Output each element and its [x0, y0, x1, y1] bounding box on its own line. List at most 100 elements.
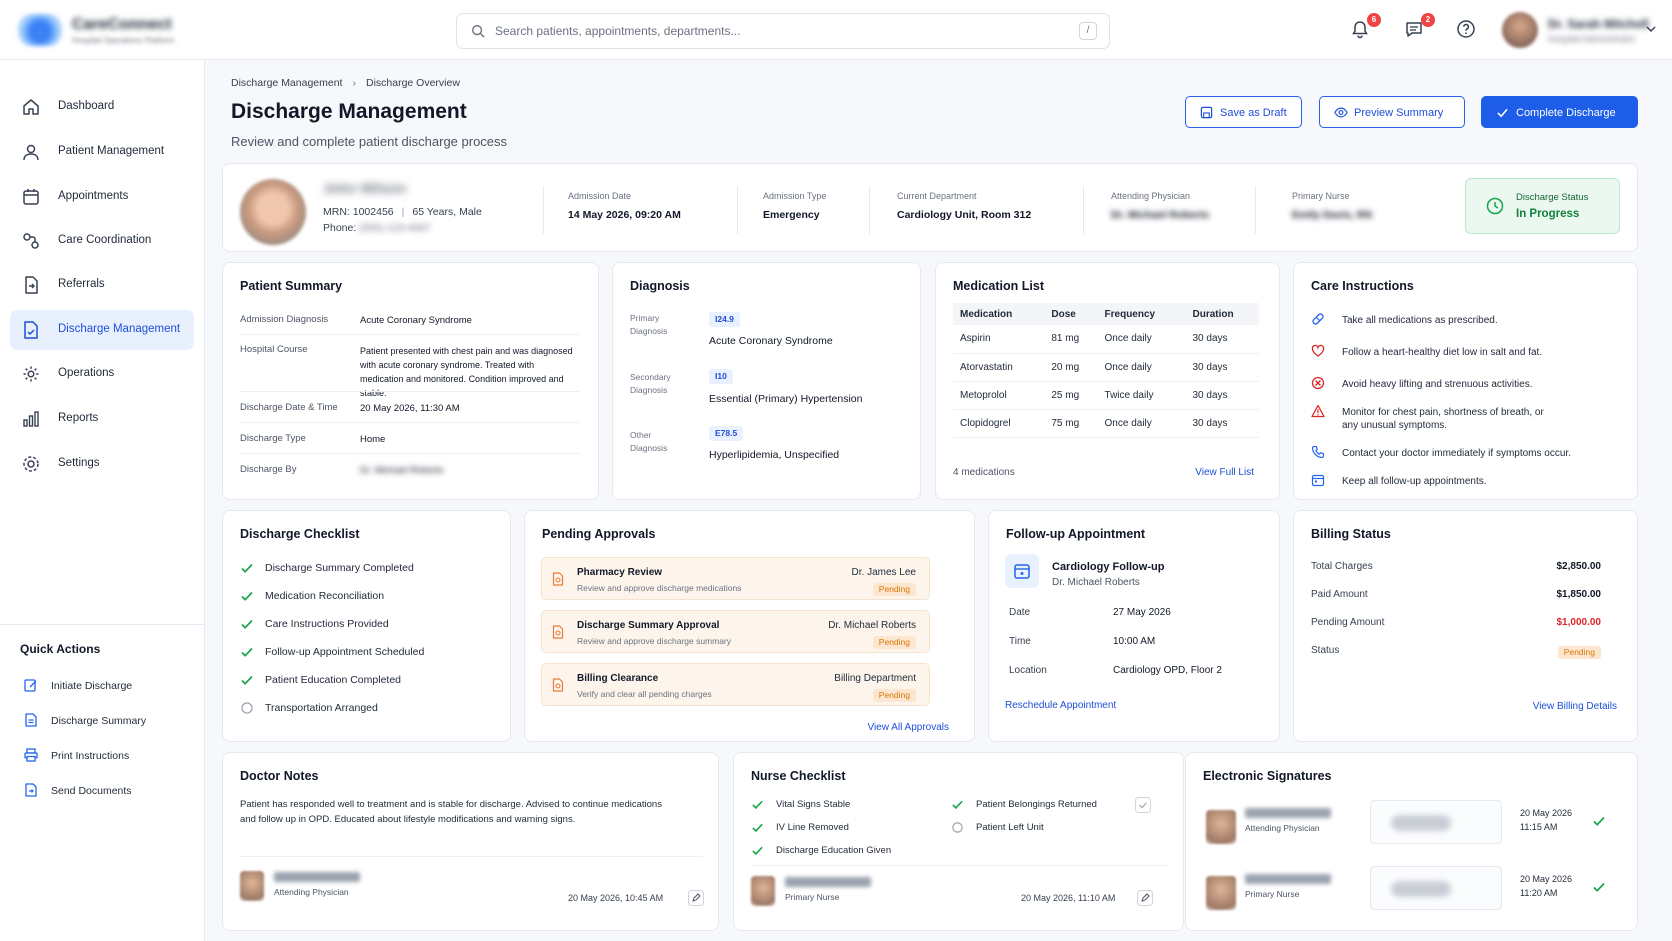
sidebar-item-label: Settings [58, 457, 100, 469]
author-role: Attending Physician [274, 887, 349, 897]
reschedule-appointment-link[interactable]: Reschedule Appointment [1005, 700, 1116, 711]
table-cell: Clopidogrel [953, 409, 1045, 438]
sidebar-item-label: Dashboard [58, 100, 115, 112]
user-menu[interactable]: Dr. Sarah Mitchell Hospital Administrato… [1502, 12, 1662, 50]
notifications-button[interactable]: 6 [1350, 13, 1381, 43]
check-icon [241, 647, 253, 657]
care-instructions-card: Care Instructions Take all medications a… [1293, 262, 1638, 500]
edit-pencil-icon[interactable] [1137, 890, 1153, 906]
signature-datetime: 20 May 2026 11:20 AM [1520, 872, 1580, 900]
eye-icon [1334, 107, 1348, 118]
signature-box[interactable] [1370, 866, 1502, 910]
patient-info-bar: John Wilson MRN: 1002456 | 65 Years, Male … [222, 163, 1638, 252]
summary-value: 20 May 2026, 11:30 AM [360, 403, 460, 414]
sidebar-item-care-coordination[interactable]: Care Coordination [10, 221, 194, 261]
check-icon [1497, 108, 1508, 118]
search-shortcut-key: / [1079, 22, 1097, 40]
doctor-notes-card: Doctor Notes Patient has responded well … [222, 752, 719, 931]
signer-role: Primary Nurse [1245, 889, 1300, 899]
approval-item[interactable]: Pharmacy Review Review and approve disch… [541, 557, 930, 600]
breadcrumb-link[interactable]: Discharge Management [231, 77, 342, 89]
calendar-icon [1014, 564, 1030, 579]
medication-table: Medication Dose Frequency Duration Aspir… [953, 303, 1259, 438]
card-title: Diagnosis [630, 279, 690, 293]
sidebar-item-patient-management[interactable]: Patient Management [10, 132, 194, 172]
edit-pencil-icon[interactable] [688, 890, 704, 906]
view-billing-details-link[interactable]: View Billing Details [1533, 701, 1617, 712]
top-bar: CareConnect Hospital Operations Platform… [0, 0, 1672, 60]
attending-physician-field: Attending Physician Dr. Michael Roberts [1111, 191, 1209, 221]
quick-action-discharge-summary[interactable]: Discharge Summary [20, 709, 190, 733]
sidebar-item-operations[interactable]: Operations [10, 354, 194, 394]
pending-approvals-card: Pending Approvals Pharmacy Review Review… [524, 510, 975, 742]
quick-action-initiate-discharge[interactable]: Initiate Discharge [20, 674, 190, 698]
sidebar-item-referrals[interactable]: Referrals [10, 265, 194, 305]
app-logo[interactable]: CareConnect Hospital Operations Platform [18, 12, 208, 48]
clipboard-check-icon[interactable] [1135, 797, 1151, 813]
sidebar-item-dashboard[interactable]: Dashboard [10, 87, 194, 127]
approval-item[interactable]: Discharge Summary Approval Review and ap… [541, 610, 930, 653]
card-title: Follow-up Appointment [1006, 527, 1146, 541]
empty-circle-icon [952, 822, 963, 833]
care-instruction-text: Follow a heart-healthy diet low in salt … [1342, 347, 1543, 358]
doctor-notes-text: Patient has responded well to treatment … [240, 799, 662, 825]
sidebar-item-settings[interactable]: Settings [10, 444, 194, 484]
card-title: Care Instructions [1311, 279, 1414, 293]
messages-button[interactable]: 2 [1404, 13, 1435, 43]
complete-discharge-button[interactable]: Complete Discharge [1481, 96, 1638, 128]
column-header: Medication [953, 303, 1045, 325]
quick-action-print-instructions[interactable]: Print Instructions [20, 744, 190, 768]
signature-image [1391, 815, 1451, 831]
card-title: Doctor Notes [240, 769, 319, 783]
approval-description: Review and approve discharge summary [577, 636, 732, 646]
sidebar-item-discharge-management[interactable]: Discharge Management [10, 310, 194, 350]
quick-action-label: Initiate Discharge [51, 680, 133, 692]
save-draft-button[interactable]: Save as Draft [1185, 96, 1302, 128]
summary-value: Dr. Michael Roberts [360, 465, 444, 476]
heart-icon [1311, 344, 1325, 357]
patient-photo [240, 179, 306, 245]
avatar [751, 876, 775, 906]
view-full-list-link[interactable]: View Full List [1195, 467, 1254, 478]
care-instruction-text: Avoid heavy lifting and strenuous activi… [1342, 379, 1533, 390]
checklist-item-text: Medication Reconciliation [265, 590, 385, 602]
admission-date-value: 14 May 2026, 09:20 AM [568, 209, 681, 221]
quick-action-send-documents[interactable]: Send Documents [20, 779, 190, 803]
preview-summary-button[interactable]: Preview Summary [1319, 96, 1465, 128]
table-cell: 30 days [1185, 409, 1259, 438]
author-role: Primary Nurse [785, 892, 840, 902]
sidebar-item-label: Appointments [58, 190, 129, 202]
search-input[interactable] [495, 20, 1055, 42]
approval-item[interactable]: Billing Clearance Verify and clear all p… [541, 663, 930, 706]
logo-icon [18, 14, 62, 46]
signature-time: 11:20 AM [1520, 888, 1558, 898]
sidebar-item-appointments[interactable]: Appointments [10, 177, 194, 217]
row-divider [751, 865, 1168, 866]
summary-value: Home [360, 434, 386, 445]
global-search: / [456, 13, 1110, 49]
billing-key: Total Charges [1311, 561, 1373, 572]
detail-key: Time [1009, 636, 1031, 647]
detail-value: Cardiology OPD, Floor 2 [1113, 665, 1222, 676]
breadcrumb: Discharge Management › Discharge Overview [231, 77, 460, 89]
sidebar-item-reports[interactable]: Reports [10, 399, 194, 439]
care-instruction-text: Keep all follow-up appointments. [1342, 476, 1487, 487]
quick-action-label: Print Instructions [51, 750, 130, 762]
status-badge: Pending [872, 689, 916, 702]
note-timestamp: 20 May 2026, 10:45 AM [568, 893, 664, 903]
patient-mrn: MRN: 1002456 [323, 206, 394, 218]
help-button[interactable] [1456, 19, 1480, 43]
view-all-approvals-link[interactable]: View All Approvals [867, 722, 949, 733]
approval-description: Verify and clear all pending charges [577, 689, 712, 699]
checklist-item-text: Transportation Arranged [265, 702, 378, 714]
discharge-icon [24, 321, 38, 339]
signature-box[interactable] [1370, 800, 1502, 844]
table-cell: 20 mg [1044, 353, 1098, 382]
notifications-badge: 6 [1367, 13, 1381, 27]
sidebar-item-label: Patient Management [58, 145, 165, 157]
check-icon [952, 800, 963, 810]
quick-action-label: Send Documents [51, 785, 132, 797]
medication-count: 4 medications [953, 467, 1015, 478]
chevron-down-icon [1646, 26, 1656, 33]
signature-image [1391, 881, 1451, 897]
